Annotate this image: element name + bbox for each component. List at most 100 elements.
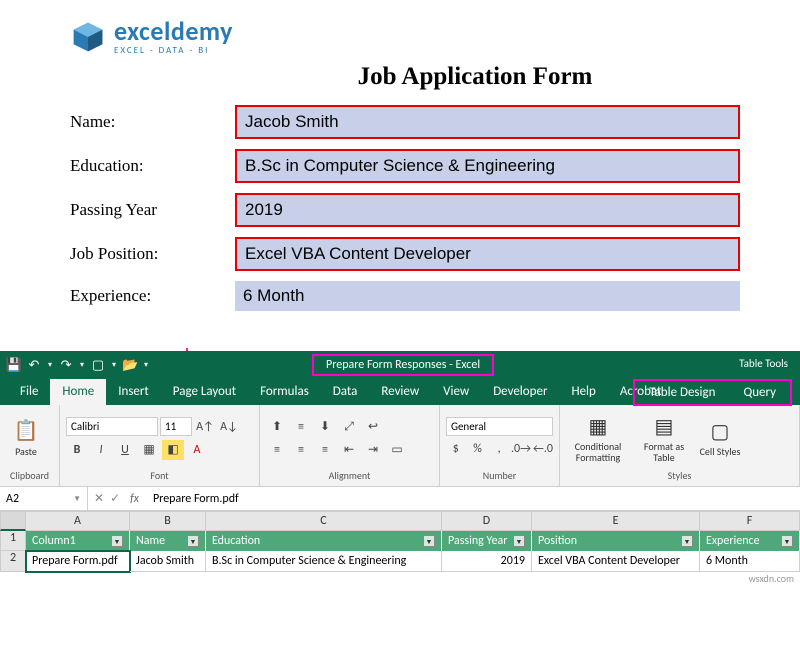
border-icon[interactable]: ▦	[138, 440, 160, 460]
filter-icon[interactable]: ▼	[187, 535, 199, 547]
open-icon[interactable]: 📂	[122, 357, 138, 373]
formula-input[interactable]: Prepare Form.pdf	[145, 492, 800, 506]
filter-icon[interactable]: ▼	[423, 535, 435, 547]
italic-button[interactable]: I	[90, 440, 112, 460]
font-name-select[interactable]: Calibri	[66, 417, 158, 436]
currency-icon[interactable]: $	[446, 439, 466, 459]
th-experience[interactable]: Experience▼	[700, 531, 800, 551]
conditional-formatting-button[interactable]: ▦ Conditional Formatting	[566, 414, 630, 463]
number-format-select[interactable]: General	[446, 417, 553, 436]
label-position: Job Position:	[70, 244, 235, 264]
table-row: 2 Prepare Form.pdf Jacob Smith B.Sc in C…	[0, 551, 800, 572]
col-C[interactable]: C	[206, 511, 442, 531]
th-name[interactable]: Name▼	[130, 531, 206, 551]
input-passing[interactable]: 2019	[235, 193, 740, 227]
redo-icon[interactable]: ↷	[58, 357, 74, 373]
input-education[interactable]: B.Sc in Computer Science & Engineering	[235, 149, 740, 183]
cell-B2[interactable]: Jacob Smith	[130, 551, 206, 572]
th-education[interactable]: Education▼	[206, 531, 442, 551]
th-column1[interactable]: Column1▼	[26, 531, 130, 551]
input-experience[interactable]: 6 Month	[235, 281, 740, 311]
row-2[interactable]: 2	[0, 551, 26, 572]
comma-icon[interactable]: ,	[489, 439, 509, 459]
percent-icon[interactable]: %	[468, 439, 488, 459]
decrease-font-icon[interactable]: A↓	[218, 417, 240, 437]
col-D[interactable]: D	[442, 511, 532, 531]
tab-query[interactable]: Query	[729, 381, 790, 404]
align-bottom-icon[interactable]: ⬇	[314, 417, 336, 437]
tab-help[interactable]: Help	[559, 379, 607, 405]
window-title: Prepare Form Responses - Excel	[312, 354, 494, 376]
wrap-text-icon[interactable]: ↩	[362, 417, 384, 437]
contextual-label: Table Tools	[739, 357, 788, 370]
cell-styles-button[interactable]: ▢ Cell Styles	[698, 419, 742, 457]
align-middle-icon[interactable]: ≡	[290, 417, 312, 437]
label-education: Education:	[70, 156, 235, 176]
cancel-icon[interactable]: ✕	[94, 491, 104, 506]
filter-icon[interactable]: ▼	[681, 535, 693, 547]
input-position[interactable]: Excel VBA Content Developer	[235, 237, 740, 271]
chevron-down-icon: ▼	[73, 494, 81, 504]
bold-button[interactable]: B	[66, 440, 88, 460]
group-font: Font	[66, 467, 253, 484]
col-A[interactable]: A	[26, 511, 130, 531]
font-color-icon[interactable]: A	[186, 440, 208, 460]
fill-color-icon[interactable]: ◧	[162, 440, 184, 460]
col-B[interactable]: B	[130, 511, 206, 531]
filter-icon[interactable]: ▼	[513, 535, 525, 547]
cell-styles-icon: ▢	[711, 419, 730, 444]
tab-home[interactable]: Home	[50, 379, 106, 405]
watermark: wsxdn.com	[749, 572, 794, 585]
col-F[interactable]: F	[700, 511, 800, 531]
indent-inc-icon[interactable]: ⇥	[362, 440, 384, 460]
align-right-icon[interactable]: ≡	[314, 440, 336, 460]
logo: exceldemy EXCEL - DATA - BI	[70, 18, 740, 55]
underline-button[interactable]: U	[114, 440, 136, 460]
format-as-table-button[interactable]: ▤ Format as Table	[638, 414, 690, 463]
tab-formulas[interactable]: Formulas	[248, 379, 321, 405]
tab-table-design[interactable]: Table Design	[635, 381, 729, 404]
merge-icon[interactable]: ▭	[386, 440, 408, 460]
name-box[interactable]: A2▼	[0, 487, 88, 510]
paste-button[interactable]: 📋 Paste	[6, 418, 46, 458]
indent-dec-icon[interactable]: ⇤	[338, 440, 360, 460]
tab-page-layout[interactable]: Page Layout	[161, 379, 248, 405]
input-name[interactable]: Jacob Smith	[235, 105, 740, 139]
filter-icon[interactable]: ▼	[111, 535, 123, 547]
row-1[interactable]: 1	[0, 531, 26, 551]
tab-data[interactable]: Data	[321, 379, 370, 405]
font-size-select[interactable]: 11	[160, 417, 192, 436]
enter-icon[interactable]: ✓	[110, 491, 120, 506]
new-icon[interactable]: ▢	[90, 357, 106, 373]
col-E[interactable]: E	[532, 511, 700, 531]
increase-font-icon[interactable]: A↑	[194, 417, 216, 437]
undo-icon[interactable]: ↶	[26, 357, 42, 373]
fx-icon[interactable]: fx	[130, 492, 139, 506]
cell-C2[interactable]: B.Sc in Computer Science & Engineering	[206, 551, 442, 572]
excel-window: 💾 ↶▾ ↷▾ ▢▾ 📂 ▾ Prepare Form Responses - …	[0, 351, 800, 572]
th-passing-year[interactable]: Passing Year▼	[442, 531, 532, 551]
cell-A2[interactable]: Prepare Form.pdf	[26, 551, 130, 572]
table-header-row: 1 Column1▼ Name▼ Education▼ Passing Year…	[0, 531, 800, 551]
dec-decimal-icon[interactable]: ←.0	[533, 439, 553, 459]
tab-developer[interactable]: Developer	[481, 379, 559, 405]
cell-F2[interactable]: 6 Month	[700, 551, 800, 572]
inc-decimal-icon[interactable]: .0→	[511, 439, 531, 459]
select-all[interactable]	[0, 511, 26, 531]
filter-icon[interactable]: ▼	[781, 535, 793, 547]
align-center-icon[interactable]: ≡	[290, 440, 312, 460]
save-icon[interactable]: 💾	[6, 357, 22, 373]
align-left-icon[interactable]: ≡	[266, 440, 288, 460]
tab-insert[interactable]: Insert	[106, 379, 161, 405]
clipboard-icon: 📋	[14, 418, 39, 443]
cell-D2[interactable]: 2019	[442, 551, 532, 572]
group-styles: Styles	[566, 467, 793, 484]
cell-E2[interactable]: Excel VBA Content Developer	[532, 551, 700, 572]
align-top-icon[interactable]: ⬆	[266, 417, 288, 437]
th-position[interactable]: Position▼	[532, 531, 700, 551]
tab-view[interactable]: View	[431, 379, 481, 405]
tab-review[interactable]: Review	[369, 379, 431, 405]
tab-file[interactable]: File	[8, 379, 50, 405]
column-headers: A B C D E F	[0, 511, 800, 531]
orientation-icon[interactable]: ⤢	[338, 417, 360, 437]
